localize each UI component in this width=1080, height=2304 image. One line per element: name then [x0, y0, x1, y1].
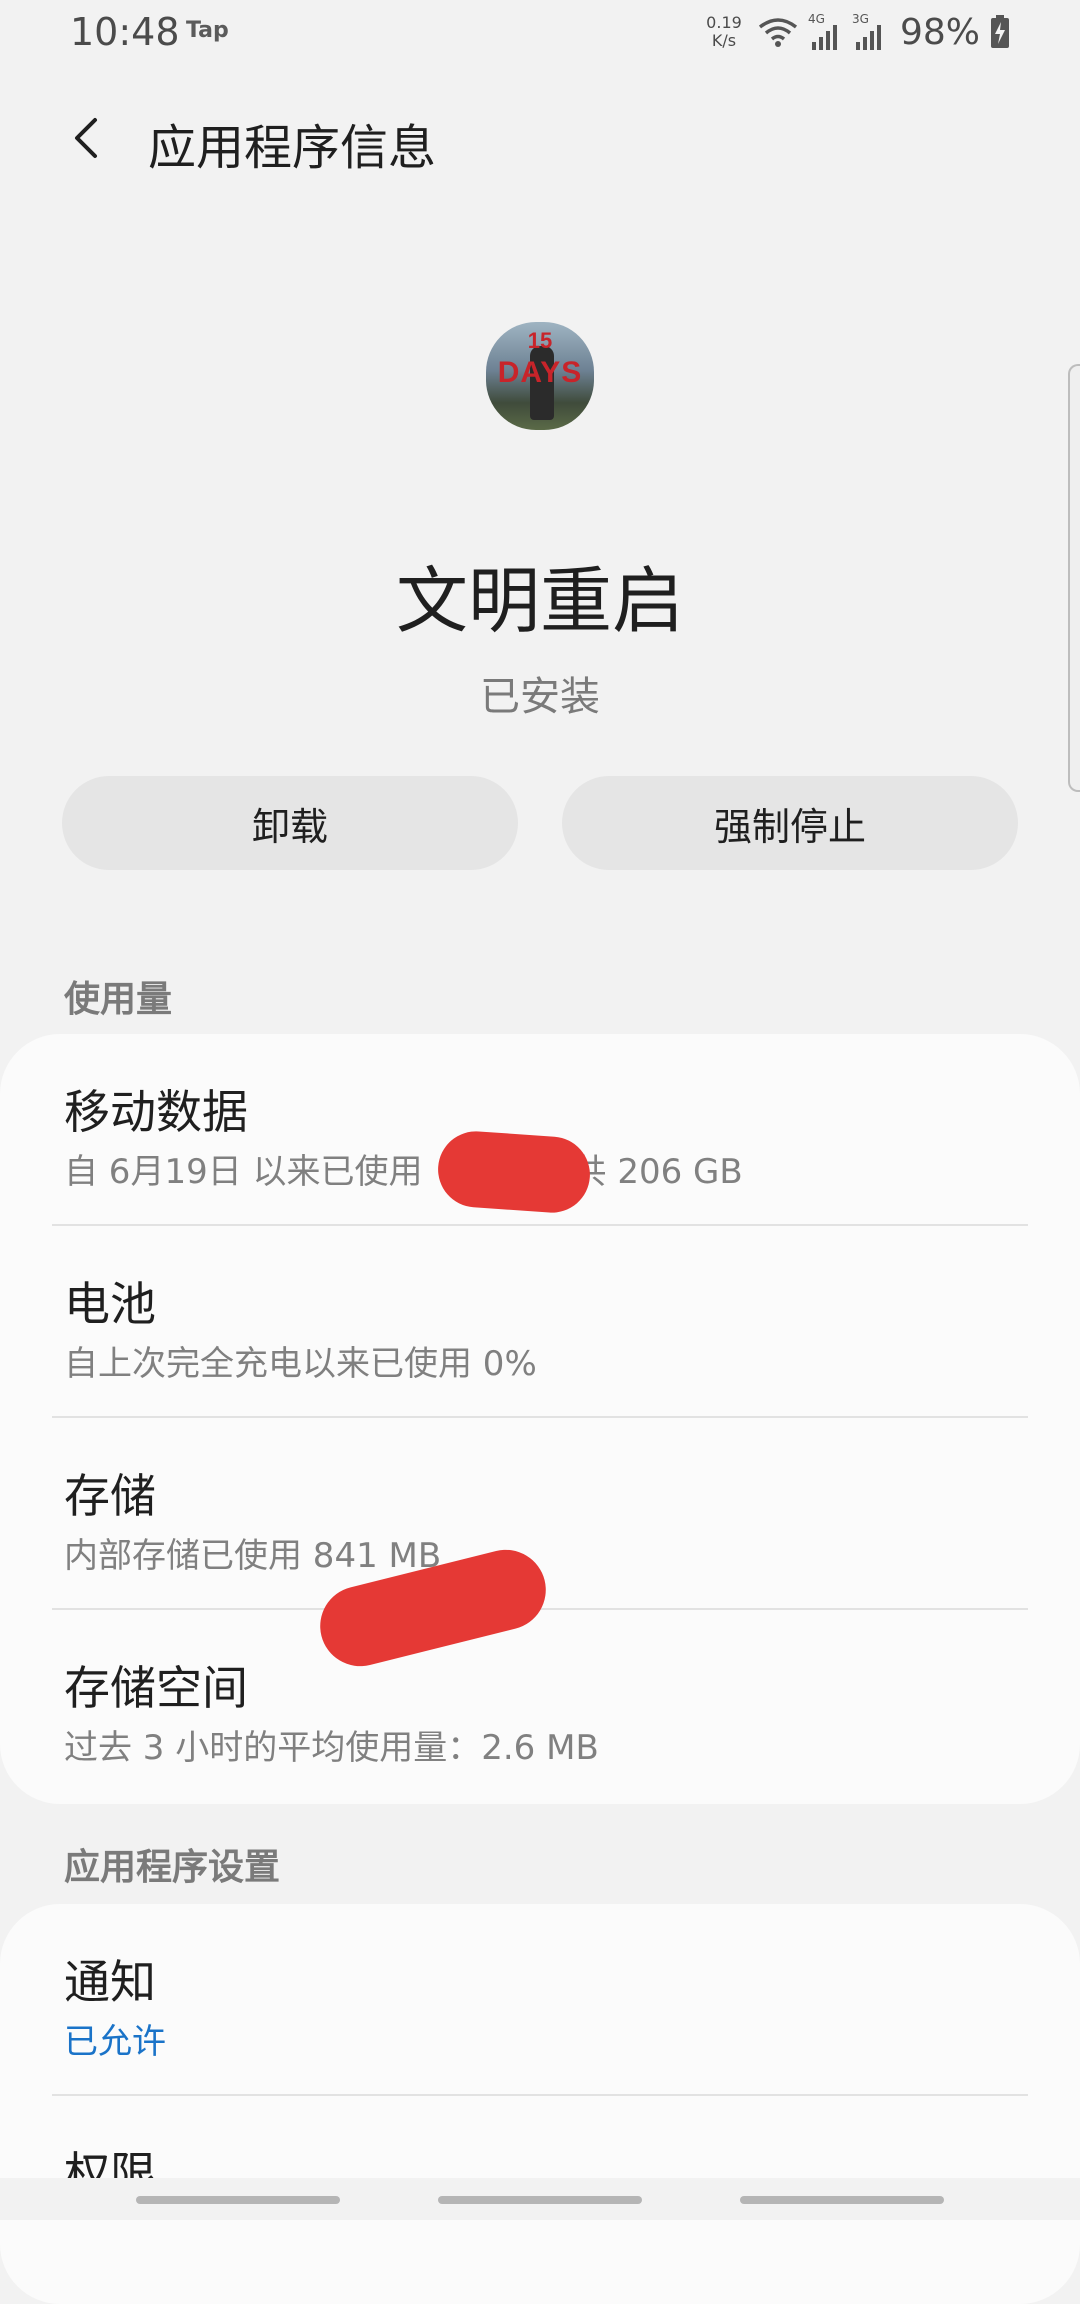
app-icon-number: 15 — [527, 328, 553, 353]
notification-indicator: Tap — [186, 18, 229, 43]
battery-percentage: 98% — [899, 11, 980, 53]
mobile-data-subtitle: 自 6月19日 以来已使用 共 206 GB — [64, 1144, 743, 1193]
mobile-data-total: 共 206 GB — [572, 1152, 743, 1192]
uninstall-button[interactable]: 卸载 — [62, 776, 518, 870]
nav-home-gesture-hint[interactable] — [438, 2196, 642, 2204]
notifications-status: 已允许 — [64, 2022, 166, 2062]
memory-subtitle: 过去 3 小时的平均使用量：2.6 MB — [64, 1728, 599, 1768]
app-bar: 应用程序信息 — [0, 100, 1080, 180]
notifications-item[interactable]: 通知 已允许 — [0, 1904, 1080, 2096]
mobile-data-title: 移动数据 — [64, 1085, 248, 1139]
usage-section-header: 使用量 — [64, 979, 173, 1020]
signal-4g-icon: 4G — [808, 12, 842, 52]
force-stop-button[interactable]: 强制停止 — [562, 776, 1018, 870]
battery-charging-icon — [990, 15, 1010, 49]
signal-3g-label: 3G — [852, 12, 869, 26]
app-name: 文明重启 — [395, 559, 684, 643]
nav-recents-gesture-hint[interactable] — [136, 2196, 340, 2204]
nav-back-gesture-hint[interactable] — [740, 2196, 944, 2204]
app-settings-section-header: 应用程序设置 — [64, 1847, 281, 1888]
network-speed: 0.19 K/s — [700, 14, 748, 50]
app-install-status: 已安装 — [480, 674, 600, 720]
memory-title: 存储空间 — [64, 1661, 248, 1715]
app-icon: 15 DAYS — [486, 322, 594, 430]
edge-panel-handle[interactable] — [1068, 364, 1080, 792]
network-speed-value: 0.19 — [706, 13, 742, 32]
page-title: 应用程序信息 — [148, 120, 437, 176]
back-button[interactable] — [56, 108, 116, 168]
battery-subtitle: 自上次完全充电以来已使用 0% — [64, 1344, 537, 1384]
mobile-data-since: 自 6月19日 以来已使用 — [64, 1152, 423, 1192]
notifications-title: 通知 — [64, 1955, 156, 2009]
wifi-icon — [758, 15, 798, 49]
memory-item[interactable]: 存储空间 过去 3 小时的平均使用量：2.6 MB — [0, 1610, 1080, 1802]
battery-item[interactable]: 电池 自上次完全充电以来已使用 0% — [0, 1226, 1080, 1418]
battery-title: 电池 — [64, 1277, 156, 1331]
status-bar: 10:48 Tap 0.19 K/s 4G 3G 98% — [0, 0, 1080, 66]
signal-3g-icon: 3G — [852, 12, 886, 52]
app-icon-text: DAYS — [497, 356, 583, 389]
app-settings-card: 通知 已允许 权限 — [0, 1904, 1080, 2304]
status-icons: 0.19 K/s 4G 3G 98% — [700, 10, 1010, 54]
status-time: 10:48 — [70, 10, 180, 54]
network-speed-unit: K/s — [711, 31, 737, 50]
storage-subtitle: 内部存储已使用 841 MB — [64, 1536, 442, 1576]
signal-4g-label: 4G — [808, 12, 825, 26]
navigation-bar — [0, 2178, 1080, 2220]
back-arrow-icon — [75, 118, 97, 158]
storage-title: 存储 — [64, 1469, 156, 1523]
redaction-mark — [435, 1128, 593, 1216]
